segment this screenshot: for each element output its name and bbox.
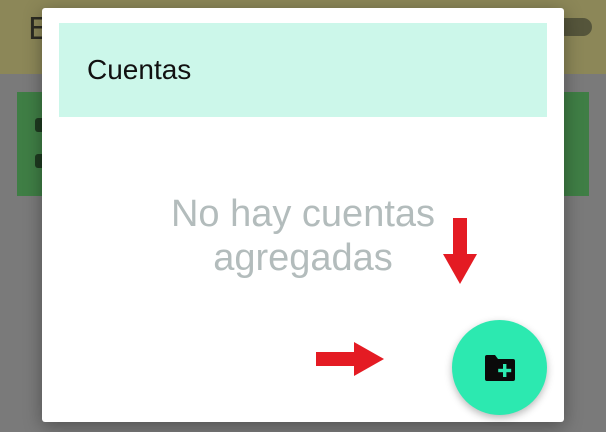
dialog-header: Cuentas xyxy=(59,23,547,117)
annotation-arrow-down xyxy=(443,218,477,284)
annotation-arrow-right xyxy=(316,342,384,376)
folder-plus-icon xyxy=(483,353,517,383)
screen: E Cuentas No hay cuentas agregadas xyxy=(0,0,606,432)
accounts-dialog: Cuentas No hay cuentas agregadas xyxy=(42,8,564,422)
add-account-button[interactable] xyxy=(452,320,547,415)
dialog-title: Cuentas xyxy=(87,54,192,85)
